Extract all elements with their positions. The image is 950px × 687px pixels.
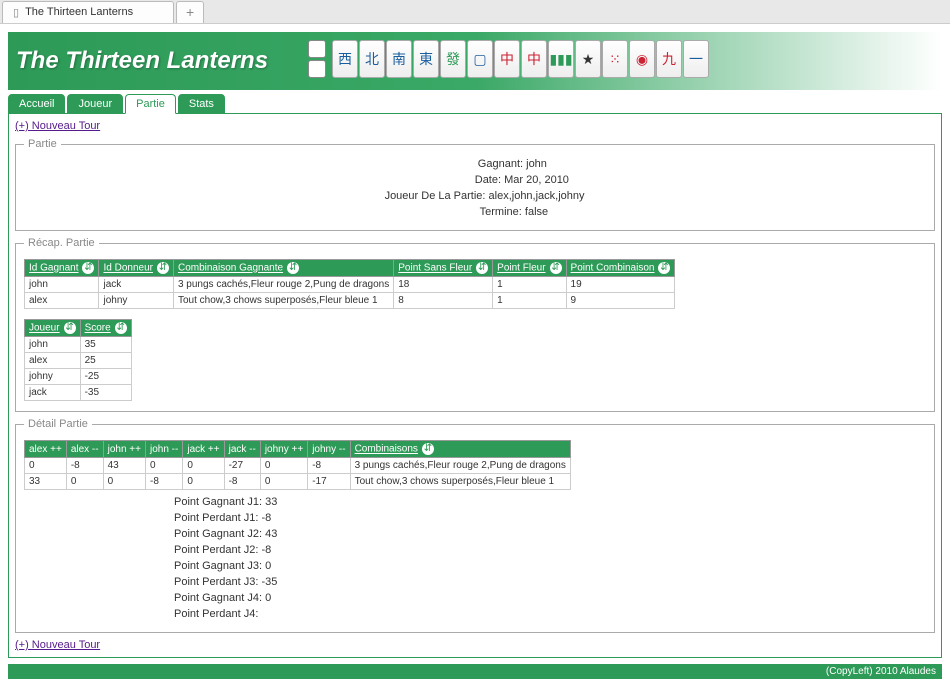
date-label: Date:	[381, 172, 501, 188]
mahjong-tile: 一	[683, 40, 709, 78]
col-header[interactable]: alex --	[66, 441, 103, 458]
mahjong-tile: ◉	[629, 40, 655, 78]
mahjong-tiles: 西 北 南 東 發 ▢ 中 中 ▮▮▮ ★ ⁙ ◉ 九 一	[308, 40, 710, 78]
fieldset-detail: Détail Partie alex ++ alex -- john ++ jo…	[15, 418, 935, 633]
mahjong-tile: 北	[359, 40, 385, 78]
point-line: Point Perdant J4:	[174, 606, 926, 622]
table-row: 0-84300-270-83 pungs cachés,Fleur rouge …	[25, 458, 571, 474]
sort-icon: ⇵	[82, 262, 94, 274]
col-header[interactable]: Point Sans Fleur⇵	[394, 260, 493, 277]
termine-value: false	[525, 206, 548, 218]
fieldset-recap: Récap. Partie Id Gagnant⇵ Id Donneur⇵ Co…	[15, 237, 935, 412]
table-header-row: Id Gagnant⇵ Id Donneur⇵ Combinaison Gagn…	[25, 260, 675, 277]
table-row: alexjohnyTout chow,3 chows superposés,Fl…	[25, 293, 675, 309]
sort-icon: ⇵	[115, 322, 127, 334]
mahjong-tile: 東	[413, 40, 439, 78]
table-row: 3300-80-80-17Tout chow,3 chows superposé…	[25, 474, 571, 490]
browser-tab-active[interactable]: ▯ The Thirteen Lanterns	[2, 1, 174, 23]
browser-tab-bar: ▯ The Thirteen Lanterns +	[0, 0, 950, 24]
sort-icon: ⇵	[422, 443, 434, 455]
legend-partie: Partie	[24, 138, 61, 150]
table-header-row: alex ++ alex -- john ++ john -- jack ++ …	[25, 441, 571, 458]
col-header[interactable]: jack --	[224, 441, 260, 458]
detail-table: alex ++ alex -- john ++ john -- jack ++ …	[24, 440, 571, 490]
table-row: alex25	[25, 353, 132, 369]
sort-icon: ⇵	[476, 262, 488, 274]
recap-table-1: Id Gagnant⇵ Id Donneur⇵ Combinaison Gagn…	[24, 259, 675, 309]
points-list: Point Gagnant J1: 33 Point Perdant J1: -…	[174, 494, 926, 622]
termine-label: Termine:	[402, 204, 522, 220]
sort-icon: ⇵	[550, 262, 562, 274]
point-line: Point Perdant J3: -35	[174, 574, 926, 590]
footer: (CopyLeft) 2010 Alaudes	[8, 664, 942, 679]
recap-table-2: Joueur⇵ Score⇵ john35 alex25 johny-25 ja…	[24, 319, 132, 401]
point-line: Point Gagnant J2: 43	[174, 526, 926, 542]
table-row: johnjack3 pungs cachés,Fleur rouge 2,Pun…	[25, 277, 675, 293]
col-header[interactable]: johny --	[308, 441, 350, 458]
mahjong-tile: 九	[656, 40, 682, 78]
col-header[interactable]: Point Fleur⇵	[493, 260, 566, 277]
joueurs-label: Joueur De La Partie:	[365, 188, 485, 204]
fieldset-partie: Partie Gagnant: john Date: Mar 20, 2010 …	[15, 138, 935, 231]
table-row: johny-25	[25, 369, 132, 385]
col-header[interactable]: alex ++	[25, 441, 67, 458]
date-value: Mar 20, 2010	[504, 174, 569, 186]
col-header[interactable]: Combinaisons⇵	[350, 441, 570, 458]
banner: The Thirteen Lanterns 西 北 南 東 發 ▢ 中 中 ▮▮…	[8, 32, 942, 90]
mahjong-tile: 發	[440, 40, 466, 78]
col-header[interactable]: Id Donneur⇵	[99, 260, 173, 277]
nouveau-tour-link-top[interactable]: (+) Nouveau Tour	[15, 120, 100, 132]
col-header[interactable]: jack ++	[183, 441, 224, 458]
mahjong-tile: 南	[386, 40, 412, 78]
col-header[interactable]: johny ++	[260, 441, 307, 458]
mahjong-tile: ▮▮▮	[548, 40, 574, 78]
point-line: Point Perdant J2: -8	[174, 542, 926, 558]
table-row: john35	[25, 337, 132, 353]
tab-accueil[interactable]: Accueil	[8, 94, 65, 114]
col-header[interactable]: john --	[145, 441, 182, 458]
page-icon: ▯	[13, 6, 19, 19]
point-line: Point Gagnant J3: 0	[174, 558, 926, 574]
tab-joueur[interactable]: Joueur	[67, 94, 123, 114]
tab-partie[interactable]: Partie	[125, 94, 176, 114]
nav-tabs: Accueil Joueur Partie Stats	[8, 94, 942, 114]
mahjong-tile: 中	[494, 40, 520, 78]
legend-detail: Détail Partie	[24, 418, 92, 430]
table-row: jack-35	[25, 385, 132, 401]
point-line: Point Gagnant J1: 33	[174, 494, 926, 510]
gagnant-value: john	[526, 158, 547, 170]
mahjong-tile: 西	[332, 40, 358, 78]
sort-icon: ⇵	[287, 262, 299, 274]
sort-icon: ⇵	[157, 262, 169, 274]
point-line: Point Perdant J1: -8	[174, 510, 926, 526]
tab-stats[interactable]: Stats	[178, 94, 225, 114]
legend-recap: Récap. Partie	[24, 237, 99, 249]
dice-icon	[308, 40, 326, 58]
col-header[interactable]: Score⇵	[80, 320, 131, 337]
point-line: Point Gagnant J4: 0	[174, 590, 926, 606]
gagnant-label: Gagnant:	[403, 156, 523, 172]
mahjong-tile: ★	[575, 40, 601, 78]
col-header[interactable]: Id Gagnant⇵	[25, 260, 99, 277]
table-header-row: Joueur⇵ Score⇵	[25, 320, 132, 337]
col-header[interactable]: Combinaison Gagnante⇵	[173, 260, 393, 277]
new-tab-button[interactable]: +	[176, 1, 204, 23]
mahjong-tile: ⁙	[602, 40, 628, 78]
tab-title: The Thirteen Lanterns	[25, 6, 133, 18]
joueurs-value: alex,john,jack,johny	[489, 190, 585, 202]
mahjong-tile: ▢	[467, 40, 493, 78]
content-panel: (+) Nouveau Tour Partie Gagnant: john Da…	[8, 113, 942, 658]
site-title: The Thirteen Lanterns	[16, 47, 268, 75]
col-header[interactable]: Point Combinaison⇵	[566, 260, 675, 277]
dice-icon	[308, 60, 326, 78]
mahjong-tile: 中	[521, 40, 547, 78]
col-header[interactable]: john ++	[103, 441, 145, 458]
nouveau-tour-link-bottom[interactable]: (+) Nouveau Tour	[15, 639, 100, 651]
col-header[interactable]: Joueur⇵	[25, 320, 81, 337]
sort-icon: ⇵	[658, 262, 670, 274]
sort-icon: ⇵	[64, 322, 76, 334]
